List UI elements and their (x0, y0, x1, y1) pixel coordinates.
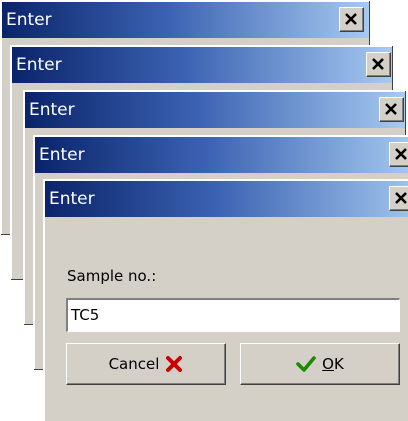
close-icon (395, 148, 407, 160)
dialog-title: Enter (6, 10, 52, 30)
ok-label-rest: K (333, 355, 344, 373)
dialog-title-bar[interactable]: Enter (2, 2, 369, 38)
cancel-button[interactable]: Cancel (66, 343, 226, 385)
dialog-title-bar[interactable]: Enter (25, 92, 405, 128)
close-button[interactable] (366, 52, 391, 77)
sample-no-value: TC5 (71, 306, 100, 324)
dialog-title: Enter (16, 55, 62, 75)
close-button[interactable] (389, 186, 408, 211)
sample-no-label: Sample no.: (67, 267, 157, 285)
red-x-icon (166, 356, 183, 372)
dialog-title: Enter (39, 145, 85, 165)
dialog-title-bar[interactable]: Enter (45, 181, 408, 217)
enter-dialog-front: Enter Sample no.: TC5 Cancel OK (43, 179, 408, 421)
dialog-title-bar[interactable]: Enter (35, 137, 408, 173)
cancel-label: Cancel (108, 355, 160, 373)
sample-no-input[interactable]: TC5 (66, 298, 400, 332)
close-button[interactable] (339, 7, 364, 32)
close-button[interactable] (379, 97, 404, 122)
dialog-title-bar[interactable]: Enter (12, 47, 392, 83)
close-icon (345, 13, 357, 25)
close-icon (395, 192, 407, 204)
close-icon (372, 58, 384, 70)
close-icon (385, 103, 397, 115)
ok-label: OK (322, 355, 344, 373)
ok-button[interactable]: OK (240, 343, 400, 385)
ok-accel-letter: O (322, 355, 334, 373)
dialog-title: Enter (49, 189, 95, 209)
close-button[interactable] (389, 142, 408, 167)
green-check-icon (296, 356, 316, 372)
dialog-title: Enter (29, 100, 75, 120)
